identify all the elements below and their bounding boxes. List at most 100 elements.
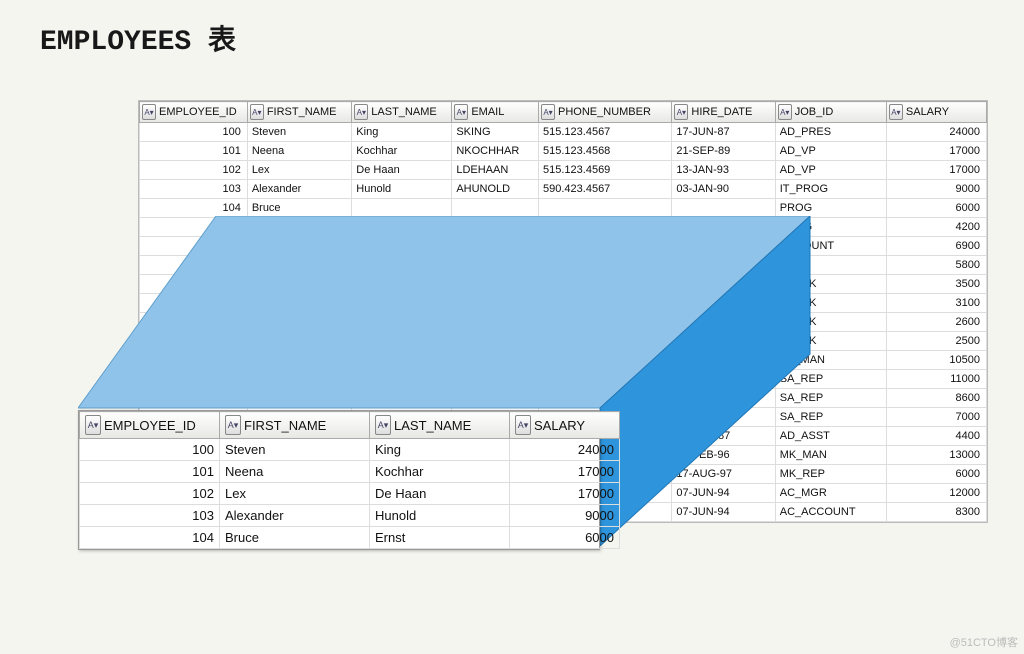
cell-hire — [672, 256, 775, 275]
cell-email — [452, 237, 539, 256]
cell-id: 100 — [140, 123, 248, 142]
cell-hire: 21-SEP-89 — [672, 142, 775, 161]
col-header-salary[interactable]: A▾SALARY — [510, 412, 620, 439]
col-header-email[interactable]: A▾EMAIL — [452, 102, 539, 123]
sort-icon[interactable]: A▾ — [515, 415, 531, 435]
cell-first: Neena — [220, 461, 370, 483]
cell-hire — [672, 218, 775, 237]
table-row[interactable]: SA_MAN10500 — [140, 351, 987, 370]
sort-icon[interactable]: A▾ — [250, 104, 264, 120]
cell-hire: 24-MAY-99 — [672, 408, 775, 427]
sort-icon[interactable]: A▾ — [889, 104, 903, 120]
table-row[interactable]: 103AlexanderHunoldAHUNOLD590.423.456703-… — [140, 180, 987, 199]
sort-icon[interactable]: A▾ — [778, 104, 792, 120]
cell-last — [352, 256, 452, 275]
table-row[interactable]: MAN5800 — [140, 256, 987, 275]
sort-icon[interactable]: A▾ — [674, 104, 688, 120]
cell-hire: 13-JAN-93 — [672, 161, 775, 180]
cell-sal: 2500 — [886, 332, 986, 351]
sort-icon[interactable]: A▾ — [85, 415, 101, 435]
cell-last — [352, 237, 452, 256]
cell-last — [352, 351, 452, 370]
cell-hire: 07-JUN-94 — [672, 503, 775, 522]
col-header-employee_id[interactable]: A▾EMPLOYEE_ID — [80, 412, 220, 439]
table-row[interactable]: CLERK3500 — [140, 275, 987, 294]
cell-id: 101 — [80, 461, 220, 483]
cell-sal: 3500 — [886, 275, 986, 294]
sort-icon[interactable]: A▾ — [225, 415, 241, 435]
cell-sal: 2600 — [886, 313, 986, 332]
cell-email — [452, 275, 539, 294]
table-row[interactable]: 103AlexanderHunold9000 — [80, 505, 620, 527]
cell-first — [247, 256, 351, 275]
cell-last — [352, 370, 452, 389]
table-row[interactable]: 102LexDe Haan17000 — [80, 483, 620, 505]
col-label: FIRST_NAME — [244, 418, 326, 433]
col-header-last_name[interactable]: A▾LAST_NAME — [352, 102, 452, 123]
table-row[interactable]: 100StevenKingSKING515.123.456717-JUN-87A… — [140, 123, 987, 142]
cell-hire — [672, 237, 775, 256]
cell-first — [247, 237, 351, 256]
cell-hire: 17-AUG-97 — [672, 465, 775, 484]
table-row[interactable]: CLERK3100 — [140, 294, 987, 313]
cell-job: AC_ACCOUNT — [775, 503, 886, 522]
sort-icon[interactable]: A▾ — [541, 104, 555, 120]
cell-sal: 6900 — [886, 237, 986, 256]
cell-first — [247, 294, 351, 313]
cell-first — [247, 389, 351, 408]
col-label: LAST_NAME — [371, 106, 436, 118]
sort-icon[interactable]: A▾ — [142, 104, 156, 120]
col-label: EMAIL — [471, 106, 504, 118]
col-header-phone_number[interactable]: A▾PHONE_NUMBER — [539, 102, 672, 123]
cell-id — [140, 256, 248, 275]
cell-hire — [672, 294, 775, 313]
table-row[interactable]: ACCOUNT6900 — [140, 237, 987, 256]
col-header-hire_date[interactable]: A▾HIRE_DATE — [672, 102, 775, 123]
cell-sal: 12000 — [886, 484, 986, 503]
cell-id — [140, 313, 248, 332]
col-header-last_name[interactable]: A▾LAST_NAME — [370, 412, 510, 439]
table-row[interactable]: 101NeenaKochhar17000 — [80, 461, 620, 483]
sort-icon[interactable]: A▾ — [454, 104, 468, 120]
cell-first — [247, 275, 351, 294]
col-header-job_id[interactable]: A▾JOB_ID — [775, 102, 886, 123]
table-row[interactable]: 101NeenaKochharNKOCHHAR515.123.456821-SE… — [140, 142, 987, 161]
col-label: FIRST_NAME — [267, 106, 337, 118]
cell-id — [140, 351, 248, 370]
table-row[interactable]: R-98SA_REP8600 — [140, 389, 987, 408]
table-row[interactable]: SA_REP11000 — [140, 370, 987, 389]
cell-sal: 4200 — [886, 218, 986, 237]
cell-email: SKING — [452, 123, 539, 142]
cell-phone — [539, 256, 672, 275]
table-row[interactable]: CLERK2500 — [140, 332, 987, 351]
cell-sal: 8300 — [886, 503, 986, 522]
cell-email: AHUNOLD — [452, 180, 539, 199]
cell-last — [352, 199, 452, 218]
col-header-salary[interactable]: A▾SALARY — [886, 102, 986, 123]
col-header-employee_id[interactable]: A▾EMPLOYEE_ID — [140, 102, 248, 123]
cell-job: SA_REP — [775, 408, 886, 427]
cell-sal: 8600 — [886, 389, 986, 408]
table-row[interactable]: 100StevenKing24000 — [80, 439, 620, 461]
cell-last — [352, 332, 452, 351]
table-row[interactable]: CLERK2600 — [140, 313, 987, 332]
col-header-first_name[interactable]: A▾FIRST_NAME — [247, 102, 351, 123]
cell-hire — [672, 275, 775, 294]
table-row[interactable]: 102LexDe HaanLDEHAAN515.123.456913-JAN-9… — [140, 161, 987, 180]
table-row[interactable]: 104BrucePROG6000 — [140, 199, 987, 218]
cell-job: AC_MGR — [775, 484, 886, 503]
col-label: SALARY — [906, 106, 949, 118]
cell-hire: 07-JUN-94 — [672, 484, 775, 503]
cell-last: Kochhar — [352, 142, 452, 161]
cell-sal: 6000 — [510, 527, 620, 549]
sort-icon[interactable]: A▾ — [354, 104, 368, 120]
col-header-first_name[interactable]: A▾FIRST_NAME — [220, 412, 370, 439]
cell-last: Ernst — [370, 527, 510, 549]
table-row[interactable]: 104BruceErnst6000 — [80, 527, 620, 549]
cell-email — [452, 313, 539, 332]
sort-icon[interactable]: A▾ — [375, 415, 391, 435]
table-row[interactable]: 10PROG4200 — [140, 218, 987, 237]
cell-hire: 17-SEP-87 — [672, 427, 775, 446]
cell-sal: 13000 — [886, 446, 986, 465]
cell-id: 100 — [80, 439, 220, 461]
